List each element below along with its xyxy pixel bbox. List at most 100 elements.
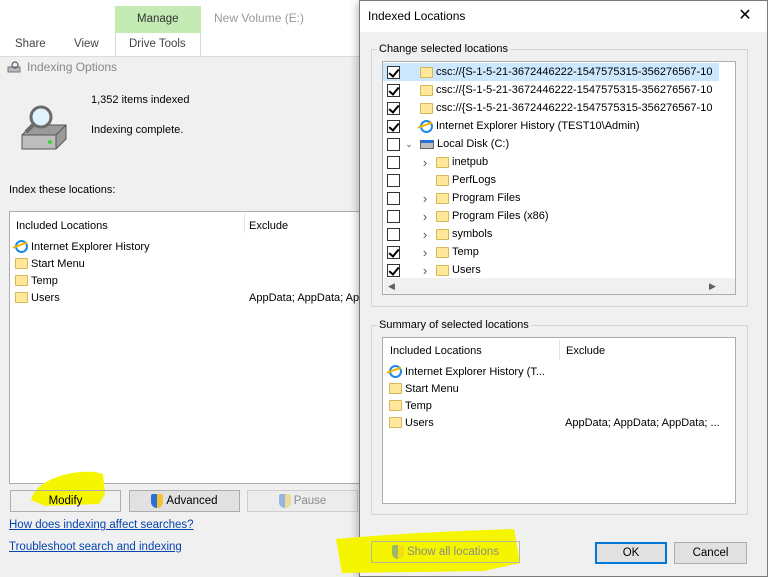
tree-row-label: Local Disk (C:): [437, 138, 510, 150]
cancel-button[interactable]: Cancel: [674, 542, 747, 564]
scroll-right-icon[interactable]: ▶: [709, 281, 716, 292]
indexing-status: Indexing complete.: [91, 124, 184, 136]
tree-row[interactable]: › Temp: [383, 243, 719, 261]
show-all-locations-button[interactable]: Show all locations: [371, 541, 520, 563]
tree-row-label: Users: [452, 264, 481, 276]
summary-location-name: Start Menu: [405, 382, 459, 395]
folder-icon: [420, 84, 433, 96]
troubleshoot-link[interactable]: Troubleshoot search and indexing: [9, 541, 182, 553]
locations-tree[interactable]: csc://{S-1-5-21-3672446222-1547575315-35…: [382, 61, 736, 295]
checkbox[interactable]: [387, 119, 400, 133]
summary-header-included[interactable]: Included Locations: [390, 345, 482, 357]
tab-drive-tools[interactable]: Drive Tools: [129, 38, 186, 50]
folder-icon: [436, 264, 449, 276]
tree-row-label: symbols: [452, 228, 493, 240]
cancel-button-label: Cancel: [692, 547, 729, 559]
folder-icon: [15, 292, 28, 303]
advanced-button[interactable]: Advanced: [129, 490, 240, 512]
included-locations-rows: Internet Explorer History Start Menu Tem…: [15, 238, 359, 306]
ok-button-label: OK: [622, 547, 640, 559]
checkbox[interactable]: [387, 137, 400, 151]
tree-row[interactable]: › Program Files (x86): [383, 207, 719, 225]
close-icon[interactable]: ✕: [736, 7, 754, 25]
checkbox[interactable]: [387, 65, 400, 79]
tree-row-label: Program Files (x86): [452, 210, 549, 222]
checkbox[interactable]: [387, 191, 400, 205]
indexing-options-icon: [7, 61, 21, 73]
manage-tab-label[interactable]: Manage: [137, 13, 179, 25]
checkbox[interactable]: [387, 263, 400, 277]
tab-share[interactable]: Share: [15, 38, 46, 50]
folder-icon: [389, 417, 402, 428]
tree-row-label: Temp: [452, 246, 479, 258]
checkbox[interactable]: [387, 209, 400, 223]
indexing-options-title: Indexing Options: [27, 60, 118, 74]
folder-icon: [436, 156, 449, 168]
folder-icon: [420, 102, 433, 114]
tree-row[interactable]: csc://{S-1-5-21-3672446222-1547575315-35…: [383, 99, 719, 117]
internet-explorer-icon: [389, 365, 402, 378]
list-item[interactable]: Internet Explorer History (T...: [389, 363, 734, 380]
folder-icon: [436, 228, 449, 240]
chevron-right-icon[interactable]: ›: [420, 263, 430, 278]
folder-icon: [436, 210, 449, 222]
chevron-right-icon[interactable]: ›: [420, 245, 430, 260]
tree-row[interactable]: csc://{S-1-5-21-3672446222-1547575315-35…: [383, 63, 719, 81]
tree-row-label: PerfLogs: [452, 174, 497, 186]
column-header-exclude[interactable]: Exclude: [249, 220, 288, 232]
tree-row-label: csc://{S-1-5-21-3672446222-1547575315-35…: [436, 66, 713, 78]
change-locations-label: Change selected locations: [377, 43, 511, 55]
scroll-left-icon[interactable]: ◀: [388, 281, 395, 292]
chevron-right-icon[interactable]: ›: [420, 209, 430, 224]
tab-view[interactable]: View: [74, 38, 99, 50]
chevron-right-icon[interactable]: ›: [420, 227, 430, 242]
checkbox[interactable]: [387, 101, 400, 115]
folder-icon: [389, 400, 402, 411]
folder-icon: [436, 192, 449, 204]
indexing-drive-icon: [21, 105, 67, 150]
tree-row[interactable]: › Users: [383, 261, 719, 279]
list-item[interactable]: Users AppData; AppData; AppData; ...: [389, 414, 734, 431]
index-locations-label: Index these locations:: [9, 184, 116, 196]
list-item[interactable]: Temp: [389, 397, 734, 414]
folder-icon: [420, 66, 433, 78]
pause-button[interactable]: Pause: [247, 490, 358, 512]
summary-header-exclude[interactable]: Exclude: [566, 345, 605, 357]
checkbox[interactable]: [387, 155, 400, 169]
tree-row[interactable]: ⌄ Local Disk (C:): [383, 135, 719, 153]
tree-row[interactable]: PerfLogs: [383, 171, 719, 189]
tree-row-label: csc://{S-1-5-21-3672446222-1547575315-35…: [436, 102, 713, 114]
tree-row[interactable]: › inetpub: [383, 153, 719, 171]
column-header-included[interactable]: Included Locations: [16, 220, 108, 232]
summary-location-exclude: AppData; AppData; AppData; ...: [565, 416, 720, 429]
list-item[interactable]: Internet Explorer History: [15, 238, 355, 255]
tree-row-label: csc://{S-1-5-21-3672446222-1547575315-35…: [436, 84, 713, 96]
checkbox[interactable]: [387, 227, 400, 241]
tree-row[interactable]: › symbols: [383, 225, 719, 243]
tree-row[interactable]: csc://{S-1-5-21-3672446222-1547575315-35…: [383, 81, 719, 99]
checkbox[interactable]: [387, 83, 400, 97]
list-item[interactable]: Temp: [15, 272, 355, 289]
list-item[interactable]: Users AppData; AppData; Ap: [15, 289, 359, 306]
tree-row[interactable]: Internet Explorer History (TEST10\Admin): [383, 117, 719, 135]
list-item[interactable]: Start Menu: [15, 255, 355, 272]
checkbox[interactable]: [387, 173, 400, 187]
chevron-right-icon[interactable]: ›: [420, 155, 430, 170]
indexing-help-link[interactable]: How does indexing affect searches?: [9, 519, 194, 531]
window-title: New Volume (E:): [214, 11, 305, 25]
folder-icon: [436, 174, 449, 186]
modify-button[interactable]: Modify: [10, 490, 121, 512]
list-item[interactable]: Start Menu: [389, 380, 734, 397]
location-name: Internet Explorer History: [31, 240, 150, 253]
chevron-right-icon[interactable]: ›: [420, 191, 430, 206]
checkbox[interactable]: [387, 245, 400, 259]
chevron-down-icon[interactable]: ⌄: [404, 139, 414, 150]
summary-list[interactable]: Included Locations Exclude Internet Expl…: [382, 337, 736, 504]
column-separator: [244, 213, 245, 233]
folder-icon: [436, 246, 449, 258]
tree-row[interactable]: › Program Files: [383, 189, 719, 207]
ok-button[interactable]: OK: [595, 542, 667, 564]
horizontal-scrollbar[interactable]: ◀ ▶: [384, 278, 735, 294]
location-name: Temp: [31, 274, 58, 287]
tree-row-label: inetpub: [452, 156, 489, 168]
